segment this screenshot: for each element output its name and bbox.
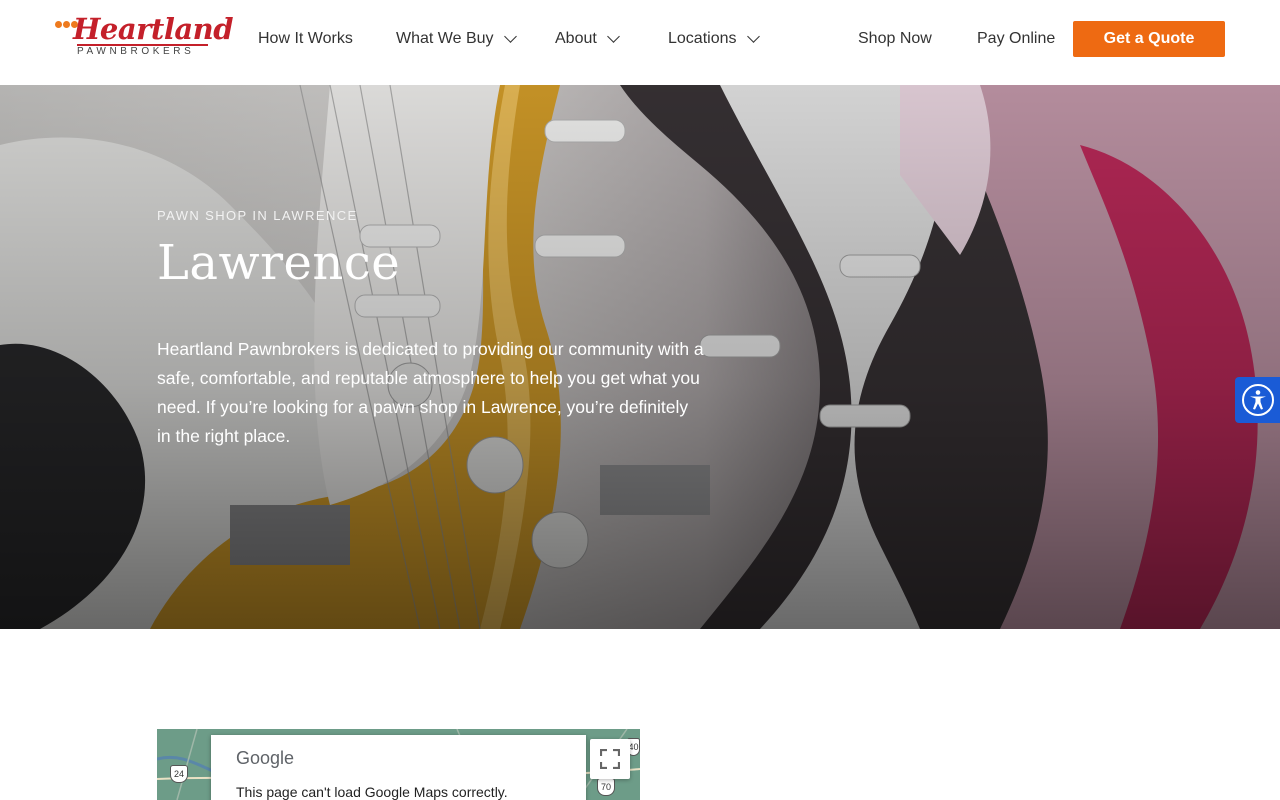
nav-label: About [555, 30, 597, 47]
accessibility-icon [1241, 384, 1274, 416]
nav-locations[interactable]: Locations [668, 30, 760, 48]
site-header: Heartland PAWNBROKERS How It Works What … [0, 0, 1280, 85]
accessibility-button[interactable] [1235, 377, 1280, 423]
hero-description: Heartland Pawnbrokers is dedicated to pr… [157, 339, 704, 446]
nav-how-it-works[interactable]: How It Works [258, 30, 353, 48]
fullscreen-icon [600, 749, 620, 769]
fullscreen-button[interactable] [590, 739, 630, 779]
map-error-dialog: Google This page can't load Google Maps … [211, 735, 586, 800]
route-shield-icon: 24 [170, 765, 188, 783]
logo-wordmark: Heartland [73, 12, 233, 46]
chevron-down-icon [606, 30, 620, 43]
nav-label: Locations [668, 30, 737, 47]
shop-now-link[interactable]: Shop Now [858, 30, 932, 48]
logo[interactable]: Heartland PAWNBROKERS [55, 12, 233, 64]
pay-online-link[interactable]: Pay Online [977, 30, 1055, 48]
chevron-down-icon [503, 30, 517, 43]
page-title: Lawrence [157, 235, 401, 291]
nav-label: What We Buy [396, 30, 494, 47]
hero-section: PAWN SHOP IN LAWRENCE Lawrence Heartland… [0, 85, 1280, 629]
get-a-quote-button[interactable]: Get a Quote [1073, 21, 1225, 57]
logo-subtitle: PAWNBROKERS [77, 46, 195, 57]
hero-eyebrow: PAWN SHOP IN LAWRENCE [157, 208, 358, 223]
nav-what-we-buy[interactable]: What We Buy [396, 30, 517, 48]
google-logo: Google [236, 748, 295, 768]
route-shield-icon: 70 [597, 778, 615, 796]
nav-about[interactable]: About [555, 30, 620, 48]
chevron-down-icon [746, 30, 760, 43]
map-error-message: This page can't load Google Maps correct… [236, 784, 508, 800]
google-map[interactable]: 24 70 40 Google This page can't load Goo… [157, 729, 640, 800]
nav-label: How It Works [258, 30, 353, 47]
